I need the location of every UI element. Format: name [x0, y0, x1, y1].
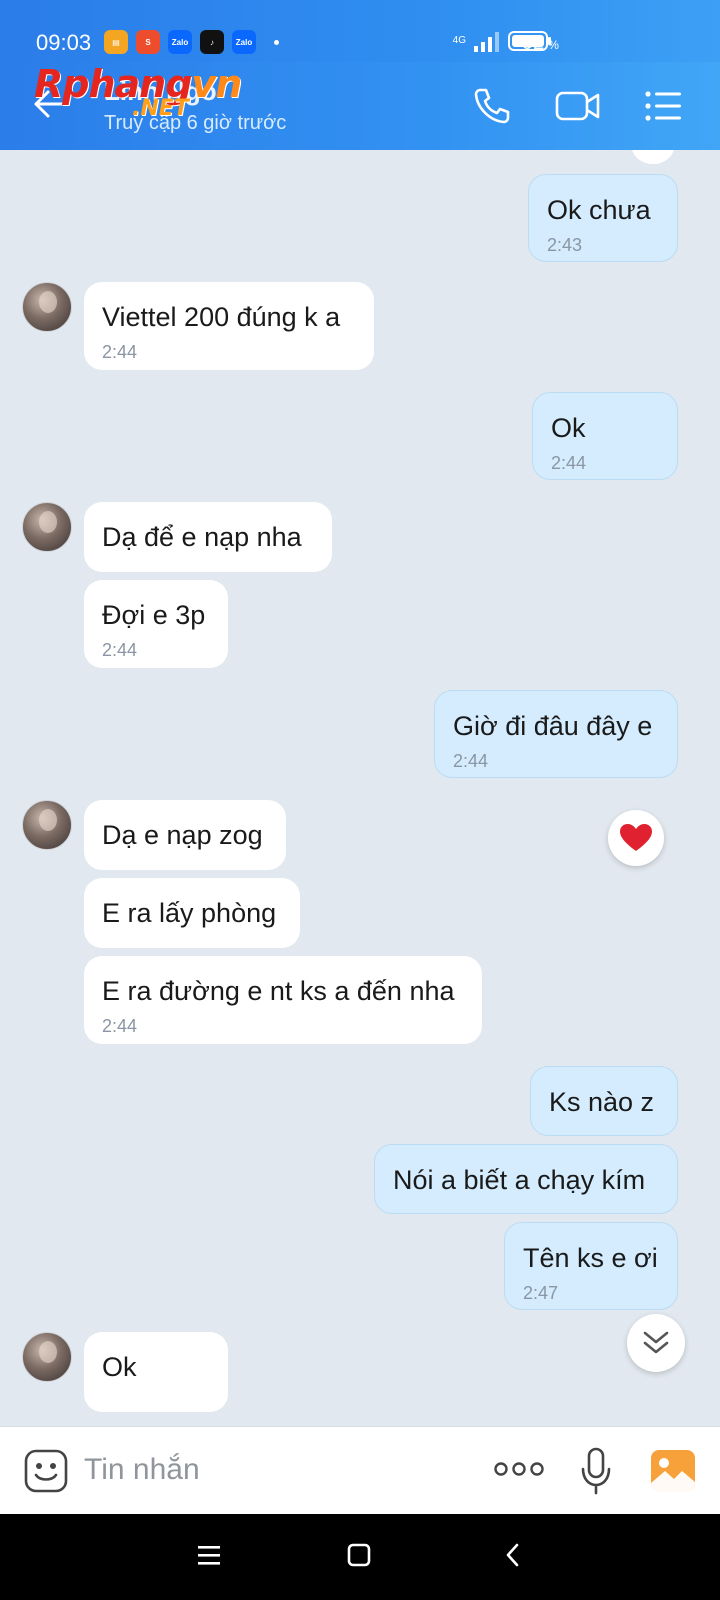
- image-gallery-icon[interactable]: [650, 1449, 696, 1493]
- contact-avatar[interactable]: [22, 282, 72, 332]
- signal-icon: [474, 32, 499, 52]
- status-bar: 09:03 ▤ S Zalo ♪ Zalo 4G 92%: [0, 0, 720, 62]
- message-text: Nói a biết a chạy kím: [393, 1165, 646, 1195]
- zalo-icon: Zalo: [232, 30, 256, 54]
- message-bubble-outgoing[interactable]: Ks nào z: [530, 1066, 678, 1136]
- message-text: Ks nào z: [549, 1087, 655, 1117]
- message-time: 2:44: [102, 640, 138, 660]
- message-bubble-incoming[interactable]: Viettel 200 đúng k a 2:44: [84, 282, 374, 370]
- message-bubble-incoming[interactable]: Dạ để e nạp nha: [84, 502, 332, 572]
- sticker-emoji-icon[interactable]: [24, 1449, 68, 1493]
- contact-avatar[interactable]: [22, 800, 72, 850]
- message-bubble-outgoing[interactable]: Ok chưa 2:43: [528, 174, 678, 262]
- contact-avatar[interactable]: [22, 1332, 72, 1382]
- heart-reaction[interactable]: [608, 810, 664, 866]
- back-nav-icon[interactable]: [500, 1542, 526, 1568]
- message-text: Ok: [551, 413, 586, 443]
- system-navigation-bar: [0, 1514, 720, 1600]
- message-text: Dạ để e nạp nha: [102, 522, 302, 552]
- message-bubble-incoming[interactable]: E ra lấy phòng: [84, 878, 300, 948]
- message-bubble-incoming[interactable]: E ra đường e nt ks a đến nha 2:44: [84, 956, 482, 1044]
- message-bubble-incoming[interactable]: Đợi e 3p 2:44: [84, 580, 228, 668]
- status-time: 09:03: [36, 30, 92, 55]
- message-time: 2:47: [523, 1283, 559, 1303]
- zalo-icon: Zalo: [168, 30, 192, 54]
- message-time: 2:44: [551, 453, 587, 473]
- phone-call-icon[interactable]: [470, 84, 514, 128]
- message-input-bar: Tin nhắn: [0, 1426, 720, 1514]
- message-text: Tên ks e ơi: [523, 1243, 658, 1273]
- message-text: Ok chưa: [547, 195, 651, 225]
- message-bubble-incoming[interactable]: Ok: [84, 1332, 228, 1412]
- more-notifications-dot: [274, 39, 279, 45]
- contact-avatar[interactable]: [22, 502, 72, 552]
- message-bubble-outgoing[interactable]: Tên ks e ơi 2:47: [504, 1222, 678, 1310]
- message-time: 2:44: [102, 1016, 138, 1036]
- message-text: Dạ e nạp zog: [102, 820, 263, 850]
- message-text: Ok: [102, 1352, 137, 1382]
- message-time: 2:44: [102, 342, 138, 362]
- chat-messages[interactable]: Ok chưa 2:43 Viettel 200 đúng k a 2:44 O…: [0, 150, 720, 1426]
- chat-header: Linh Ngo Truy cập 6 giờ trước Rphangvn .…: [0, 62, 720, 150]
- message-bubble-outgoing[interactable]: Ok 2:44: [532, 392, 678, 480]
- shopee-icon: S: [136, 30, 160, 54]
- tiktok-icon: ♪: [200, 30, 224, 54]
- message-text: E ra lấy phòng: [102, 898, 277, 928]
- message-bubble-incoming[interactable]: Dạ e nạp zog: [84, 800, 286, 870]
- message-text: E ra đường e nt ks a đến nha: [102, 976, 455, 1006]
- home-icon[interactable]: [346, 1542, 372, 1568]
- notification-icons: ▤ S Zalo ♪ Zalo: [104, 30, 279, 54]
- message-bubble-outgoing[interactable]: Nói a biết a chạy kím: [374, 1144, 678, 1214]
- microphone-icon[interactable]: [580, 1447, 612, 1495]
- heart-icon: [620, 824, 652, 851]
- files-app-icon: ▤: [104, 30, 128, 54]
- recent-apps-icon[interactable]: [196, 1542, 222, 1568]
- message-bubble-outgoing[interactable]: Giờ đi đâu đây e 2:44: [434, 690, 678, 778]
- message-input[interactable]: Tin nhắn: [84, 1453, 200, 1487]
- message-time: 2:44: [453, 751, 489, 771]
- partial-reaction-chip: [632, 150, 674, 164]
- message-text: Viettel 200 đúng k a: [102, 302, 341, 332]
- message-time: 2:43: [547, 235, 583, 255]
- network-type: 4G: [452, 35, 466, 46]
- menu-list-icon[interactable]: [640, 84, 684, 128]
- battery-percent: 92%: [522, 32, 559, 54]
- double-chevron-down-icon: [643, 1331, 669, 1354]
- more-options-icon[interactable]: [494, 1459, 544, 1479]
- watermark-suffix: .NET: [132, 96, 189, 121]
- scroll-to-bottom-button[interactable]: [627, 1314, 685, 1372]
- video-call-icon[interactable]: [554, 84, 602, 128]
- message-text: Giờ đi đâu đây e: [453, 711, 653, 741]
- message-text: Đợi e 3p: [102, 600, 206, 630]
